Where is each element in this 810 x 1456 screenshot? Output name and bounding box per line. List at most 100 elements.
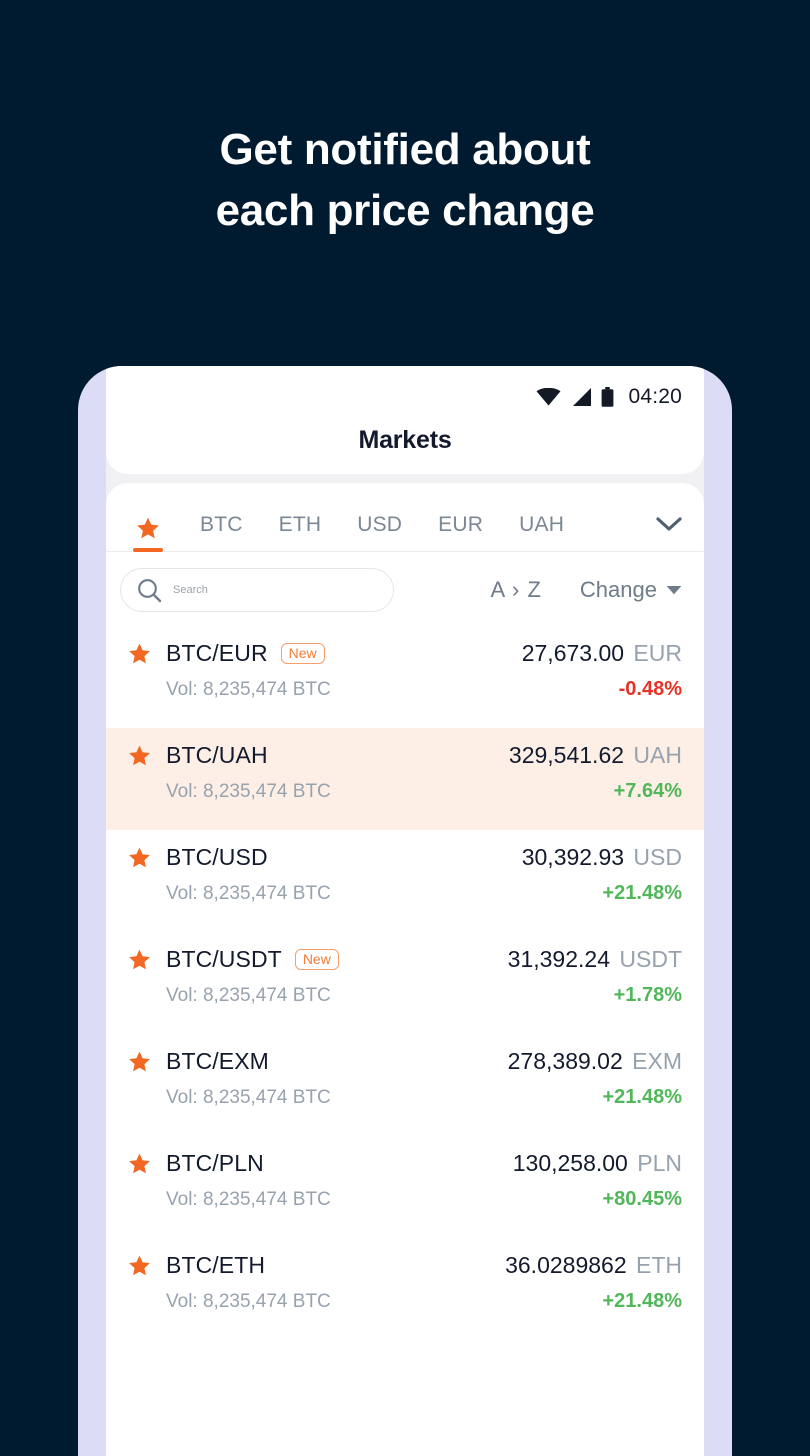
market-price: 329,541.62 UAH: [509, 742, 682, 769]
market-change: +7.64%: [613, 780, 682, 802]
tab-favorites[interactable]: [133, 517, 163, 552]
phone-screen: 04:20 Markets BTC ETH USD EUR UAH Search…: [106, 366, 704, 1456]
market-row[interactable]: BTC/UAH 329,541.62 UAH Vol: 8,235,474 BT…: [106, 728, 704, 830]
new-badge: New: [294, 948, 339, 971]
cellular-signal-icon: [573, 388, 592, 406]
favorite-star-icon[interactable]: [128, 847, 151, 869]
tab-uah[interactable]: UAH: [519, 513, 564, 551]
market-row[interactable]: BTC/USDT New 31,392.24 USDT Vol: 8,235,4…: [106, 932, 704, 1034]
status-bar: 04:20: [106, 384, 704, 410]
market-pair-name: BTC/UAH: [166, 742, 268, 768]
market-volume: Vol: 8,235,474 BTC: [166, 882, 331, 904]
tab-expand-button[interactable]: [656, 517, 682, 551]
app-body-card: BTC ETH USD EUR UAH Search A › Z Change …: [106, 483, 704, 1456]
market-price-currency: EXM: [625, 1048, 682, 1074]
market-row-top: BTC/EXM 278,389.02 EXM: [128, 1048, 682, 1075]
market-price-currency: UAH: [627, 742, 682, 768]
search-box[interactable]: [120, 568, 394, 612]
market-row[interactable]: BTC/PLN 130,258.00 PLN Vol: 8,235,474 BT…: [106, 1136, 704, 1238]
market-row[interactable]: BTC/EXM 278,389.02 EXM Vol: 8,235,474 BT…: [106, 1034, 704, 1136]
promo-headline-line-2: each price change: [215, 185, 595, 235]
search-icon: [138, 578, 162, 602]
caret-down-icon: [666, 586, 682, 595]
market-price-value: 36.0289862: [505, 1252, 627, 1278]
chevron-down-icon: [656, 517, 682, 531]
tab-btc[interactable]: BTC: [200, 513, 243, 551]
market-pair-name: BTC/PLN: [166, 1150, 264, 1176]
favorite-star-icon[interactable]: [128, 949, 151, 971]
sort-alphabetical-button[interactable]: A › Z: [490, 577, 541, 603]
favorite-star-icon[interactable]: [128, 643, 151, 665]
search-input[interactable]: [173, 584, 363, 596]
market-row[interactable]: BTC/ETH 36.0289862 ETH Vol: 8,235,474 BT…: [106, 1238, 704, 1340]
promo-headline-line-1: Get notified about: [219, 125, 591, 174]
tab-eth[interactable]: ETH: [279, 513, 322, 551]
market-price: 31,392.24 USDT: [508, 946, 682, 973]
market-price: 130,258.00 PLN: [513, 1150, 682, 1177]
market-change: +21.48%: [602, 1086, 682, 1108]
tab-eur[interactable]: EUR: [438, 513, 483, 551]
market-row-top: BTC/USD 30,392.93 USD: [128, 844, 682, 871]
status-bar-time: 04:20: [628, 385, 682, 408]
market-price-currency: USDT: [613, 946, 682, 972]
promo-headline: Get notified about each price change: [0, 120, 810, 241]
market-row-top: BTC/UAH 329,541.62 UAH: [128, 742, 682, 769]
market-tab-bar: BTC ETH USD EUR UAH: [106, 483, 704, 552]
market-row-bottom: Vol: 8,235,474 BTC +1.78%: [128, 984, 682, 1007]
market-row[interactable]: BTC/EUR New 27,673.00 EUR Vol: 8,235,474…: [106, 626, 704, 728]
market-pair-name: BTC/EUR: [166, 640, 268, 666]
market-row-bottom: Vol: 8,235,474 BTC +21.48%: [128, 882, 682, 905]
market-volume: Vol: 8,235,474 BTC: [166, 1188, 331, 1210]
market-change: +21.48%: [602, 882, 682, 904]
market-volume: Vol: 8,235,474 BTC: [166, 780, 331, 802]
market-price: 36.0289862 ETH: [505, 1252, 682, 1279]
market-row[interactable]: BTC/USD 30,392.93 USD Vol: 8,235,474 BTC…: [106, 830, 704, 932]
market-pair-name: BTC/EXM: [166, 1048, 269, 1074]
market-row-bottom: Vol: 8,235,474 BTC -0.48%: [128, 678, 682, 701]
search-sort-row: A › Z Change: [106, 552, 704, 626]
app-header-card: 04:20 Markets: [106, 366, 704, 474]
market-row-bottom: Vol: 8,235,474 BTC +21.48%: [128, 1290, 682, 1313]
market-price-value: 31,392.24: [507, 946, 610, 972]
tab-usd[interactable]: USD: [357, 513, 402, 551]
market-price-currency: PLN: [630, 1150, 682, 1176]
market-price: 30,392.93 USD: [522, 844, 682, 871]
market-list: BTC/EUR New 27,673.00 EUR Vol: 8,235,474…: [106, 626, 704, 1340]
market-price-value: 30,392.93: [521, 844, 625, 870]
star-icon: [137, 517, 159, 539]
new-badge: New: [280, 642, 325, 665]
market-pair-name: BTC/USD: [166, 844, 268, 870]
market-row-bottom: Vol: 8,235,474 BTC +7.64%: [128, 780, 682, 803]
market-price-value: 329,541.62: [508, 742, 625, 768]
wifi-icon: [536, 388, 561, 406]
battery-icon: [602, 387, 614, 407]
market-row-top: BTC/EUR New 27,673.00 EUR: [128, 640, 682, 667]
market-pair-name: BTC/USDT: [166, 946, 282, 972]
favorite-star-icon[interactable]: [128, 1153, 151, 1175]
market-change: +21.48%: [602, 1290, 682, 1312]
sort-change-button[interactable]: Change: [580, 577, 682, 603]
market-price-value: 278,389.02: [507, 1048, 623, 1074]
market-price: 27,673.00 EUR: [522, 640, 682, 667]
market-volume: Vol: 8,235,474 BTC: [166, 678, 331, 700]
phone-frame: 04:20 Markets BTC ETH USD EUR UAH Search…: [78, 366, 732, 1456]
market-change: +80.45%: [602, 1188, 682, 1210]
market-price-value: 27,673.00: [521, 640, 625, 666]
market-change: -0.48%: [618, 678, 682, 700]
market-volume: Vol: 8,235,474 BTC: [166, 1086, 331, 1108]
market-price-value: 130,258.00: [512, 1150, 628, 1176]
market-volume: Vol: 8,235,474 BTC: [166, 984, 331, 1006]
market-row-top: BTC/USDT New 31,392.24 USDT: [128, 946, 682, 973]
market-row-top: BTC/ETH 36.0289862 ETH: [128, 1252, 682, 1279]
page-title: Markets: [358, 426, 452, 454]
market-row-bottom: Vol: 8,235,474 BTC +21.48%: [128, 1086, 682, 1109]
market-row-top: BTC/PLN 130,258.00 PLN: [128, 1150, 682, 1177]
market-pair-name: BTC/ETH: [166, 1252, 266, 1278]
market-row-bottom: Vol: 8,235,474 BTC +80.45%: [128, 1188, 682, 1211]
favorite-star-icon[interactable]: [128, 1255, 151, 1277]
market-change: +1.78%: [613, 984, 682, 1006]
market-price-currency: EUR: [627, 640, 682, 666]
favorite-star-icon[interactable]: [128, 1051, 151, 1073]
favorite-star-icon[interactable]: [128, 745, 151, 767]
market-price: 278,389.02 EXM: [508, 1048, 682, 1075]
